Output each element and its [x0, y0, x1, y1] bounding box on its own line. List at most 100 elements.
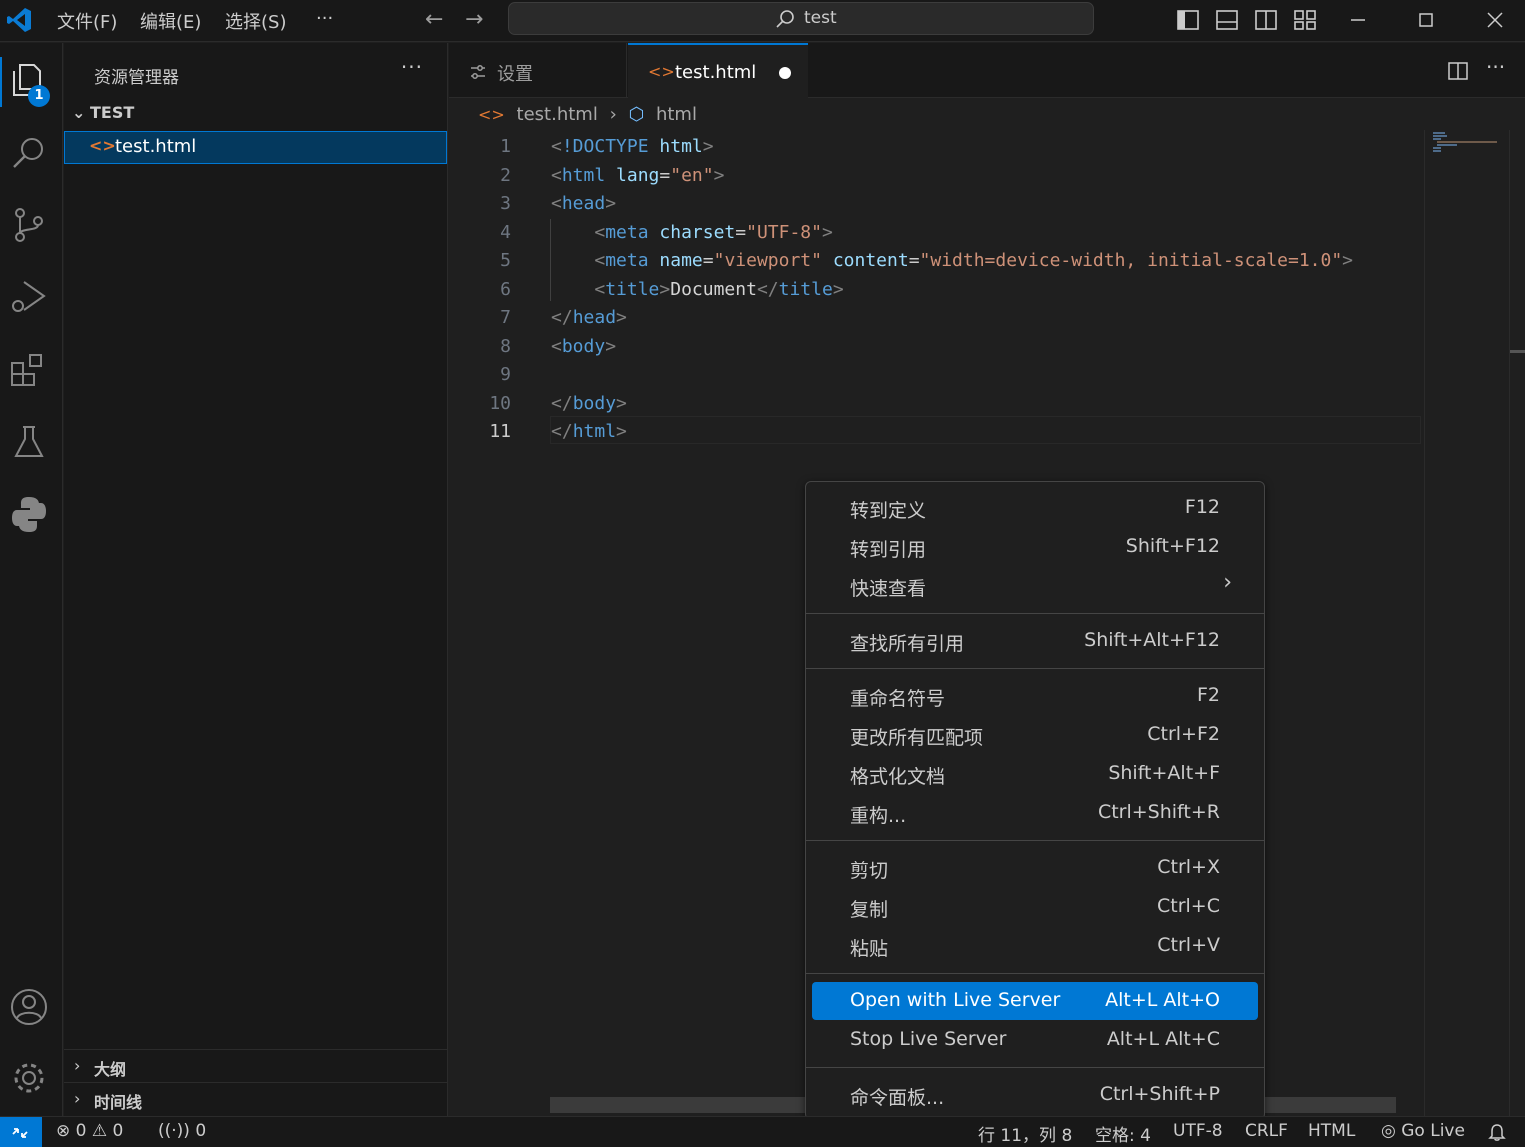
- menu-item-paste[interactable]: 粘贴 Ctrl+V: [812, 927, 1258, 965]
- toggle-panel-icon[interactable]: [1215, 8, 1239, 32]
- menu-item-shortcut: Ctrl+F2: [1147, 723, 1220, 745]
- menu-item-cut[interactable]: 剪切 Ctrl+X: [812, 849, 1258, 887]
- unsaved-dot-icon[interactable]: [779, 67, 791, 79]
- sidebar-more-button[interactable]: ···: [401, 55, 423, 79]
- maximize-icon[interactable]: [1411, 5, 1441, 35]
- customize-layout-icon[interactable]: [1293, 8, 1317, 32]
- line-number: 6: [500, 279, 511, 300]
- menu-item-shortcut: Shift+Alt+F12: [1084, 629, 1220, 651]
- line-number: 1: [500, 136, 511, 157]
- python-icon[interactable]: [8, 493, 50, 535]
- menu-item-label: 命令面板...: [850, 1087, 945, 1109]
- minimize-icon[interactable]: [1343, 5, 1373, 35]
- menu-item-label: 复制: [850, 899, 889, 921]
- menu-item-refactor[interactable]: 重构... Ctrl+Shift+R: [812, 794, 1258, 832]
- source-control-icon[interactable]: [8, 204, 50, 246]
- title-bar: 文件(F) 编辑(E) 选择(S) ··· ← → test: [0, 0, 1525, 42]
- line-number: 3: [500, 193, 511, 214]
- forward-arrow-icon[interactable]: →: [465, 7, 483, 32]
- menu-item-go-to-references[interactable]: 转到引用 Shift+F12: [812, 528, 1258, 566]
- menu-item-label: 快速查看: [850, 578, 927, 600]
- toggle-secondary-sidebar-icon[interactable]: [1254, 8, 1278, 32]
- vscode-logo-icon[interactable]: [4, 5, 34, 35]
- menu-item-stop-live-server[interactable]: Stop Live Server Alt+L Alt+C: [812, 1021, 1258, 1059]
- menu-separator: [806, 613, 1264, 614]
- code-text: <title>Document</title>: [594, 279, 844, 300]
- menu-item-label: 查找所有引用: [850, 633, 965, 655]
- vertical-scrollbar[interactable]: [1509, 130, 1525, 1116]
- search-icon: [776, 10, 794, 28]
- status-bar: ⊗ 0 ⚠ 0 ((·)) 0 行 11，列 8 空格: 4 UTF-8 CRL…: [0, 1116, 1525, 1147]
- go-live-button[interactable]: ◎ Go Live: [1381, 1121, 1465, 1141]
- line-number: 2: [500, 165, 511, 186]
- problems-indicator[interactable]: ⊗ 0 ⚠ 0: [56, 1121, 123, 1141]
- sidebar-title: 资源管理器: [94, 68, 179, 88]
- line-number: 8: [500, 336, 511, 357]
- outline-label: 大纲: [94, 1060, 127, 1079]
- menu-item-go-to-definition[interactable]: 转到定义 F12: [812, 489, 1258, 527]
- ports-indicator[interactable]: ((·)) 0: [158, 1121, 206, 1141]
- indentation-status[interactable]: 空格: 4: [1095, 1121, 1151, 1146]
- html-file-icon: <>: [648, 62, 675, 81]
- warning-count: 0: [112, 1121, 124, 1141]
- breadcrumb-file[interactable]: test.html: [517, 104, 598, 125]
- line-number: 11: [489, 421, 511, 442]
- account-icon[interactable]: [8, 986, 50, 1028]
- gear-icon[interactable]: [8, 1057, 50, 1099]
- menu-item-peek[interactable]: 快速查看 ›: [812, 567, 1258, 605]
- search-icon[interactable]: [8, 132, 50, 174]
- cursor-position[interactable]: 行 11，列 8: [978, 1121, 1072, 1146]
- menu-item-find-all-references[interactable]: 查找所有引用 Shift+Alt+F12: [812, 622, 1258, 660]
- breadcrumb-symbol[interactable]: html: [656, 104, 697, 125]
- menu-item-rename-symbol[interactable]: 重命名符号 F2: [812, 677, 1258, 715]
- menu-separator: [806, 668, 1264, 669]
- file-item-test-html[interactable]: <> test.html: [64, 131, 447, 164]
- language-mode[interactable]: HTML: [1308, 1121, 1355, 1141]
- code-line: 7 </head>: [449, 307, 1421, 336]
- menu-file[interactable]: 文件(F): [57, 8, 117, 34]
- menu-item-shortcut: Ctrl+X: [1157, 856, 1220, 878]
- menu-item-command-palette[interactable]: 命令面板... Ctrl+Shift+P: [812, 1076, 1258, 1114]
- file-label: test.html: [115, 136, 197, 157]
- menu-edit[interactable]: 编辑(E): [140, 8, 201, 34]
- timeline-section[interactable]: › 时间线: [64, 1082, 447, 1115]
- code-line: 10 </body>: [449, 393, 1421, 422]
- eol-status[interactable]: CRLF: [1245, 1121, 1288, 1141]
- outline-section[interactable]: › 大纲: [64, 1049, 447, 1082]
- menu-item-shortcut: Ctrl+V: [1157, 934, 1220, 956]
- folder-test[interactable]: ⌄ TEST: [72, 103, 134, 122]
- notifications-bell-icon[interactable]: [1487, 1122, 1507, 1142]
- split-editor-icon[interactable]: [1447, 60, 1469, 82]
- minimap[interactable]: [1424, 130, 1508, 1116]
- menu-item-open-with-live-server[interactable]: Open with Live Server Alt+L Alt+O: [812, 982, 1258, 1020]
- tab-settings[interactable]: 设置: [449, 43, 627, 98]
- code-line: 2 <html lang="en">: [449, 165, 1421, 194]
- menu-item-shortcut: Ctrl+Shift+R: [1097, 801, 1220, 823]
- editor-more-button[interactable]: ···: [1486, 55, 1505, 79]
- timeline-label: 时间线: [94, 1093, 143, 1112]
- close-icon[interactable]: [1480, 5, 1510, 35]
- code-line: 9: [449, 364, 1421, 393]
- menu-item-format-document[interactable]: 格式化文档 Shift+Alt+F: [812, 755, 1258, 793]
- menu-separator: [806, 973, 1264, 974]
- menu-separator: [806, 840, 1264, 841]
- menu-item-label: 重命名符号: [850, 688, 946, 710]
- extensions-icon[interactable]: [8, 349, 50, 391]
- run-debug-icon[interactable]: [8, 276, 50, 318]
- folder-label: TEST: [90, 103, 135, 122]
- menu-more-button[interactable]: ···: [316, 8, 333, 29]
- menu-item-copy[interactable]: 复制 Ctrl+C: [812, 888, 1258, 926]
- menu-selection[interactable]: 选择(S): [225, 8, 286, 34]
- remote-indicator[interactable]: [0, 1117, 42, 1147]
- code-line: 5 <meta name="viewport" content="width=d…: [449, 250, 1421, 279]
- command-center-search[interactable]: test: [508, 2, 1094, 35]
- menu-item-change-all-occurrences[interactable]: 更改所有匹配项 Ctrl+F2: [812, 716, 1258, 754]
- testing-icon[interactable]: [8, 421, 50, 463]
- toggle-primary-sidebar-icon[interactable]: [1176, 8, 1200, 32]
- menu-item-shortcut: Ctrl+Shift+P: [1099, 1083, 1220, 1105]
- code-text: <!DOCTYPE html>: [551, 136, 714, 157]
- encoding-status[interactable]: UTF-8: [1173, 1121, 1223, 1141]
- back-arrow-icon[interactable]: ←: [425, 7, 443, 32]
- menu-item-shortcut: Ctrl+C: [1157, 895, 1220, 917]
- tab-test-html[interactable]: <> test.html: [628, 43, 808, 99]
